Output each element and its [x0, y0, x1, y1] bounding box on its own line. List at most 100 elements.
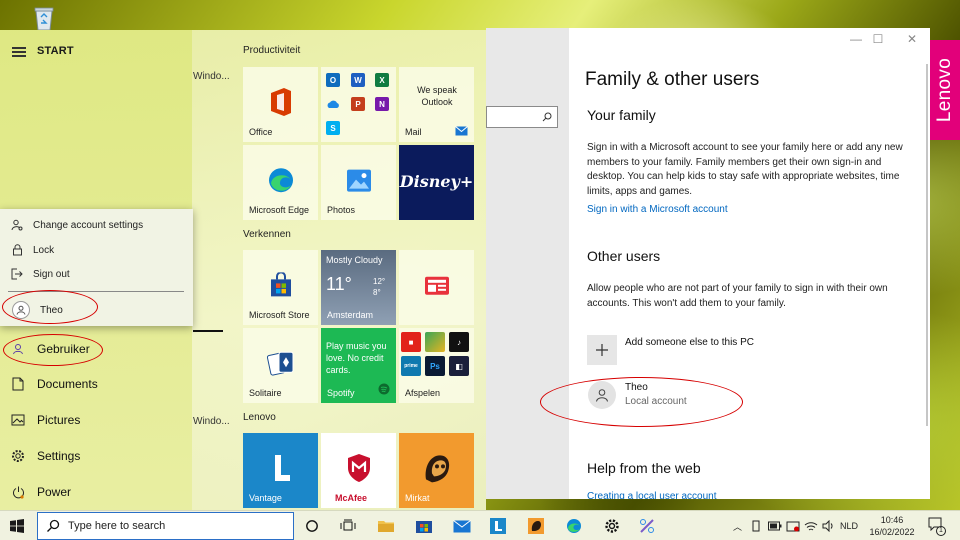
divider: [193, 330, 223, 332]
change-account-settings[interactable]: Change account settings: [10, 215, 143, 235]
vantage-icon: [490, 518, 506, 534]
tile-spotify[interactable]: Play music you love. No credit cards. Sp…: [321, 328, 396, 403]
tile-disney-plus[interactable]: Disney+: [399, 145, 474, 220]
sign-in-microsoft-link[interactable]: Sign in with a Microsoft account: [587, 204, 728, 215]
windows-start-icon[interactable]: [10, 519, 24, 533]
taskbar-file-explorer[interactable]: [374, 514, 398, 538]
store-icon: [416, 521, 432, 533]
onedrive-icon: [326, 97, 340, 111]
lock-label: Lock: [33, 244, 55, 256]
notification-center-button[interactable]: 1: [928, 517, 946, 536]
mirkat-icon: [528, 518, 544, 534]
maximize-button[interactable]: ☐: [871, 32, 885, 46]
tile-mail[interactable]: We speak Outlook Mail: [399, 67, 474, 142]
user-icon: [10, 341, 26, 357]
rail-item-power-label: Power: [37, 485, 72, 499]
picture-icon: [10, 412, 26, 428]
switch-user-theo[interactable]: Theo: [12, 298, 63, 322]
tile-afspelen-folder[interactable]: ■ ♪ prime Ps ◧ Afspelen: [399, 328, 474, 403]
usb-icon[interactable]: [750, 520, 762, 532]
weather-temp: 11°: [326, 274, 352, 294]
user-settings-icon: [10, 218, 24, 232]
flyout-divider: [8, 291, 184, 292]
photos-icon: [346, 169, 371, 192]
taskbar-settings[interactable]: [600, 514, 624, 538]
rail-item-documents[interactable]: Documents: [0, 368, 190, 400]
hamburger-menu-icon[interactable]: [12, 47, 26, 57]
add-someone-label[interactable]: Add someone else to this PC: [625, 337, 754, 348]
onenote-icon: N: [375, 97, 389, 111]
rail-item-power[interactable]: Power: [0, 476, 190, 508]
tile-label: Spotify: [327, 388, 355, 398]
app-list-item[interactable]: Windo...: [193, 71, 230, 82]
language-indicator[interactable]: NLD: [840, 521, 858, 531]
tile-mcafee[interactable]: McAfee: [321, 433, 396, 508]
taskbar-edge[interactable]: [562, 514, 586, 538]
avatar[interactable]: [588, 381, 616, 409]
battery-icon[interactable]: [768, 521, 782, 531]
scrollbar[interactable]: [926, 64, 928, 426]
settings-nav-pane: [486, 28, 569, 499]
outlook-icon: O: [326, 73, 340, 87]
taskbar-mail[interactable]: [450, 514, 474, 538]
rail-item-user[interactable]: Gebruiker: [0, 333, 190, 365]
search-icon: [542, 112, 552, 122]
lock-item[interactable]: Lock: [10, 240, 54, 260]
volume-icon[interactable]: [822, 520, 835, 532]
settings-search-box[interactable]: [486, 106, 558, 128]
app-list-item[interactable]: Windo...: [193, 416, 230, 427]
other-user-name[interactable]: Theo: [625, 382, 648, 393]
other-user-type: Local account: [625, 396, 687, 407]
edge-icon: [268, 167, 293, 192]
tile-solitaire[interactable]: Solitaire: [243, 328, 318, 403]
folder-icon: [378, 521, 394, 532]
add-user-button[interactable]: [587, 335, 617, 365]
dolby-icon: ◧: [449, 356, 469, 376]
settings-window: — ☐ ✕ Family & other users Your family S…: [569, 28, 930, 499]
help-link[interactable]: Creating a local user account: [587, 491, 717, 499]
rail-item-settings[interactable]: Settings: [0, 440, 190, 472]
minimize-button[interactable]: —: [849, 32, 863, 46]
spotify-promo: Play music you love. No credit cards.: [326, 341, 387, 375]
sign-out-icon: [10, 267, 24, 281]
tile-edge[interactable]: Microsoft Edge: [243, 145, 318, 220]
wifi-icon[interactable]: [804, 520, 818, 532]
tile-weather[interactable]: Mostly Cloudy 11° 12° 8° Amsterdam: [321, 250, 396, 325]
taskbar-store[interactable]: [412, 514, 436, 538]
tile-label: Vantage: [249, 493, 282, 503]
store-icon: [270, 271, 291, 296]
recycle-bin-icon[interactable]: [30, 5, 58, 31]
taskbar-snip[interactable]: [636, 514, 660, 538]
spotify-icon: [378, 383, 390, 395]
mcafee-icon: [347, 453, 370, 482]
taskbar-mirkat[interactable]: [524, 514, 548, 538]
tile-office-apps-folder[interactable]: O W X P N S: [321, 67, 396, 142]
tile-microsoft-store[interactable]: Microsoft Store: [243, 250, 318, 325]
photoshop-icon: Ps: [425, 356, 445, 376]
close-button[interactable]: ✕: [905, 32, 919, 46]
mail-icon: [455, 126, 468, 136]
taskbar-vantage[interactable]: [486, 514, 510, 538]
group-title-productiviteit: Productiviteit: [243, 45, 301, 56]
plus-icon: [596, 344, 608, 356]
tile-vantage[interactable]: Vantage: [243, 433, 318, 508]
tray-overflow-icon[interactable]: ︿: [733, 520, 742, 533]
cortana-button[interactable]: [300, 514, 324, 538]
tile-label: Office: [249, 127, 273, 137]
start-title: START: [37, 45, 74, 57]
gear-icon: [10, 448, 26, 464]
account-flyout: Change account settings Lock Sign out Th…: [0, 209, 193, 326]
taskbar-search[interactable]: [37, 512, 294, 540]
tile-photos[interactable]: Photos: [321, 145, 396, 220]
tile-news[interactable]: [399, 250, 474, 325]
search-input[interactable]: [68, 520, 278, 532]
avatar: [12, 301, 30, 319]
tile-mirkat[interactable]: Mirkat: [399, 433, 474, 508]
taskbar-clock[interactable]: 10:46 16/02/2022: [868, 514, 916, 538]
tile-label: McAfee: [335, 493, 368, 503]
sign-out-item[interactable]: Sign out: [10, 264, 70, 284]
security-icon[interactable]: [786, 520, 800, 532]
tile-office[interactable]: Office: [243, 67, 318, 142]
task-view-button[interactable]: [336, 514, 360, 538]
rail-item-pictures[interactable]: Pictures: [0, 404, 190, 436]
